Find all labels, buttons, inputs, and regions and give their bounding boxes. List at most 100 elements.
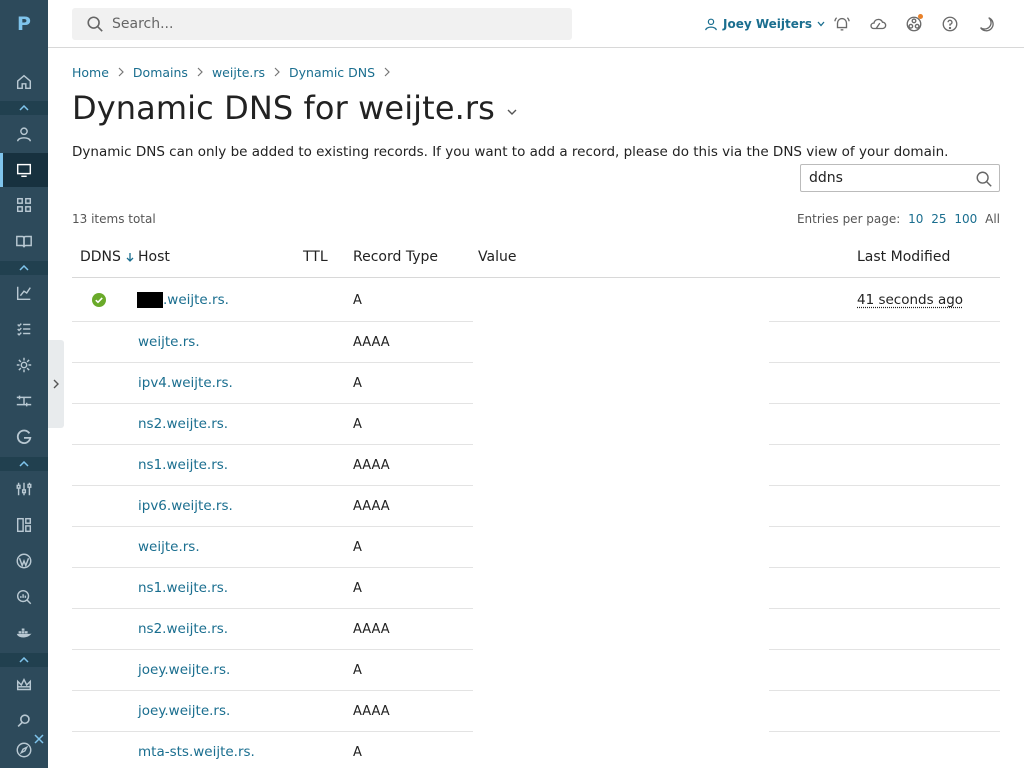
entries-label: Entries per page: xyxy=(797,212,900,226)
column-ddns-label: DDNS xyxy=(80,249,121,265)
google-icon[interactable] xyxy=(0,420,48,454)
notifications-icon[interactable] xyxy=(832,14,852,34)
record-type-cell: AAAA xyxy=(353,609,390,649)
breadcrumb-domain[interactable]: weijte.rs xyxy=(212,65,265,80)
collapse-section-icon[interactable] xyxy=(0,261,48,275)
record-type-cell: AAAA xyxy=(353,486,390,526)
collapse-section-icon[interactable] xyxy=(0,653,48,667)
record-type-cell: A xyxy=(353,279,362,321)
last-modified-time: 41 seconds ago xyxy=(857,292,963,308)
breadcrumb-dynamic-dns[interactable]: Dynamic DNS xyxy=(289,65,375,80)
entries-per-page: Entries per page: 10 25 100 All xyxy=(797,212,1000,226)
chevron-right-icon xyxy=(53,379,59,389)
ddns-status xyxy=(92,279,106,321)
record-type-cell: A xyxy=(353,650,362,690)
record-type-cell: A xyxy=(353,363,362,403)
monitor-icon[interactable] xyxy=(0,153,48,187)
cloud-icon[interactable] xyxy=(868,14,888,34)
host-link[interactable]: ns2.weijte.rs. xyxy=(138,404,228,444)
host-link[interactable]: weijte.rs. xyxy=(138,322,200,362)
host-cell[interactable]: .weijte.rs. xyxy=(137,279,229,321)
user-name: Joey Weijters xyxy=(723,17,812,31)
tools-icon[interactable] xyxy=(0,384,48,418)
chevron-down-icon xyxy=(817,21,825,27)
page-description: Dynamic DNS can only be added to existin… xyxy=(72,144,1002,160)
host-link[interactable]: ipv4.weijte.rs. xyxy=(138,363,233,403)
column-ttl[interactable]: TTL xyxy=(303,238,328,276)
entries-option-100[interactable]: 100 xyxy=(954,212,977,226)
last-modified-cell: 41 seconds ago xyxy=(857,279,963,321)
record-type-cell: A xyxy=(353,404,362,444)
column-record-type-label: Record Type xyxy=(353,249,438,265)
items-total: 13 items total xyxy=(72,212,156,226)
book-icon[interactable] xyxy=(0,224,48,258)
chevron-right-icon xyxy=(196,67,204,77)
record-type-cell: A xyxy=(353,568,362,608)
host-link[interactable]: ns1.weijte.rs. xyxy=(138,445,228,485)
sidebar-expand-handle[interactable] xyxy=(48,340,64,428)
breadcrumb-domains[interactable]: Domains xyxy=(133,65,188,80)
docker-icon[interactable] xyxy=(0,616,48,650)
collapse-section-icon[interactable] xyxy=(0,101,48,115)
close-icon[interactable] xyxy=(34,734,44,744)
column-last-modified[interactable]: Last Modified xyxy=(857,238,950,276)
wordpress-icon[interactable] xyxy=(0,544,48,578)
entries-option-10[interactable]: 10 xyxy=(908,212,923,226)
sliders-icon[interactable] xyxy=(0,472,48,506)
sort-down-icon xyxy=(126,252,134,262)
gear-icon[interactable] xyxy=(0,348,48,382)
user-icon[interactable] xyxy=(0,117,48,151)
filter-input[interactable] xyxy=(809,170,969,186)
seo-icon[interactable] xyxy=(0,580,48,614)
extensions-icon[interactable] xyxy=(0,508,48,542)
column-last-modified-label: Last Modified xyxy=(857,249,950,265)
user-icon xyxy=(704,17,718,31)
chart-icon[interactable] xyxy=(0,276,48,310)
apps-grid-icon[interactable] xyxy=(0,188,48,222)
record-type-cell: A xyxy=(353,732,362,768)
table-filter[interactable] xyxy=(800,164,1000,192)
user-menu[interactable]: Joey Weijters xyxy=(704,14,825,34)
column-ddns[interactable]: DDNS xyxy=(80,238,134,276)
value-column-area xyxy=(473,279,769,768)
global-search[interactable] xyxy=(72,8,572,40)
chevron-right-icon xyxy=(117,67,125,77)
host-link[interactable]: mta-sts.weijte.rs. xyxy=(138,732,255,768)
home-icon[interactable] xyxy=(0,65,48,99)
page-title-text: Dynamic DNS for weijte.rs xyxy=(72,89,495,127)
collapse-section-icon[interactable] xyxy=(0,457,48,471)
breadcrumb: Home Domains weijte.rs Dynamic DNS xyxy=(72,63,399,81)
search-icon[interactable] xyxy=(975,170,993,188)
breadcrumb-home[interactable]: Home xyxy=(72,65,109,80)
host-link[interactable]: .weijte.rs. xyxy=(163,292,229,308)
record-type-cell: AAAA xyxy=(353,445,390,485)
dark-mode-icon[interactable] xyxy=(976,14,996,34)
column-host-label: Host xyxy=(138,249,170,265)
column-host[interactable]: Host xyxy=(138,238,170,276)
host-link[interactable]: ns1.weijte.rs. xyxy=(138,568,228,608)
host-link[interactable]: ipv6.weijte.rs. xyxy=(138,486,233,526)
column-value-label: Value xyxy=(478,249,516,265)
record-type-cell: AAAA xyxy=(353,322,390,362)
app-logo[interactable]: P xyxy=(0,0,48,48)
search-icon xyxy=(86,15,104,33)
host-link[interactable]: joey.weijte.rs. xyxy=(138,691,230,731)
host-link[interactable]: ns2.weijte.rs. xyxy=(138,609,228,649)
redacted-block xyxy=(137,292,163,308)
search-input[interactable] xyxy=(112,16,552,32)
notification-dot xyxy=(918,14,923,19)
entries-option-25[interactable]: 25 xyxy=(931,212,946,226)
host-link[interactable]: joey.weijte.rs. xyxy=(138,650,230,690)
column-ttl-label: TTL xyxy=(303,249,328,265)
sidebar: P xyxy=(0,0,48,768)
chevron-right-icon xyxy=(273,67,281,77)
page-title: Dynamic DNS for weijte.rs xyxy=(72,86,517,130)
help-icon[interactable] xyxy=(940,14,960,34)
chevron-down-icon[interactable] xyxy=(507,109,517,115)
host-link[interactable]: weijte.rs. xyxy=(138,527,200,567)
components-icon[interactable] xyxy=(904,14,924,34)
column-value[interactable]: Value xyxy=(478,238,516,276)
crown-icon[interactable] xyxy=(0,668,48,702)
column-record-type[interactable]: Record Type xyxy=(353,238,438,276)
checklist-icon[interactable] xyxy=(0,312,48,346)
